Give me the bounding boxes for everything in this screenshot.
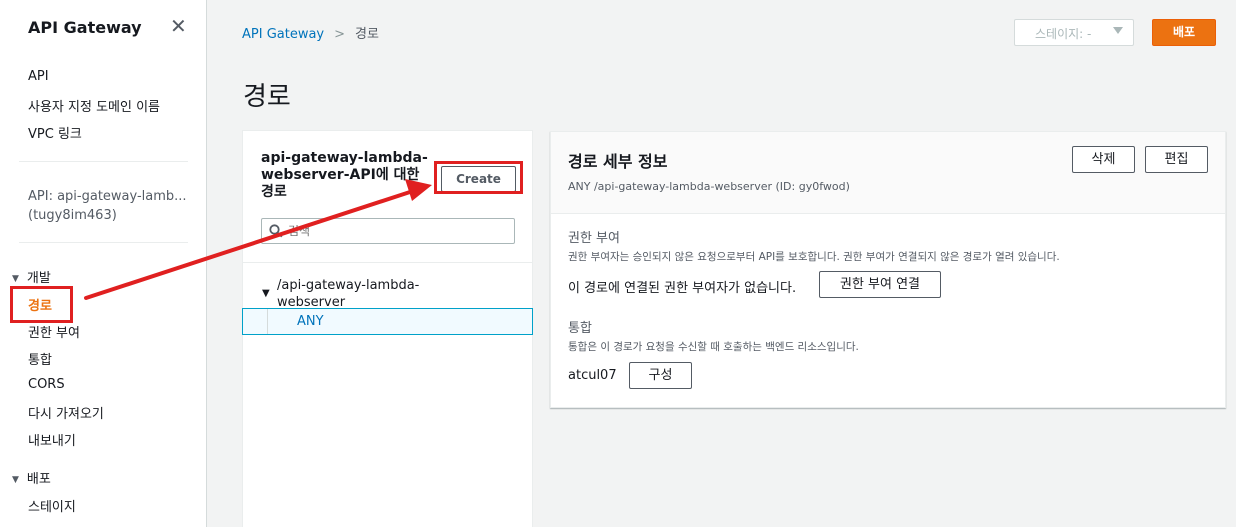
integration-target: atcul07 xyxy=(568,368,617,383)
sidebar-item-vpc-links[interactable]: VPC 링크 xyxy=(28,123,82,142)
page-title: 경로 xyxy=(243,82,291,112)
breadcrumb: API Gateway > 경로 xyxy=(242,23,379,42)
route-details-panel: 경로 세부 정보 ANY /api-gateway-lambda-webserv… xyxy=(550,131,1226,408)
integration-label: 통합 xyxy=(568,321,592,336)
route-details-title: 경로 세부 정보 xyxy=(568,152,668,171)
sidebar-divider xyxy=(19,242,188,243)
route-details-subtitle: ANY /api-gateway-lambda-webserver (ID: g… xyxy=(568,180,850,193)
section-label: 개발 xyxy=(26,271,51,286)
sidebar-title: API Gateway xyxy=(28,18,142,37)
stage-select-value: 스테이지: - xyxy=(1035,27,1092,41)
search-field[interactable] xyxy=(261,218,515,244)
deploy-button[interactable]: 배포 xyxy=(1152,19,1216,46)
attach-authorization-button[interactable]: 권한 부여 연결 xyxy=(819,271,941,298)
sidebar-api-name[interactable]: API: api-gateway-lamb... (tugy8im463) xyxy=(28,187,188,225)
sidebar-divider xyxy=(19,161,188,162)
route-path[interactable]: /api-gateway-lambda-webserver xyxy=(277,277,427,311)
sidebar-item-api[interactable]: API xyxy=(28,69,49,84)
api-id-line: (tugy8im463) xyxy=(28,208,117,223)
chevron-right-icon: > xyxy=(334,27,346,42)
breadcrumb-current: 경로 xyxy=(355,27,379,42)
panel-divider xyxy=(243,262,532,263)
sidebar-item-cors[interactable]: CORS xyxy=(28,377,65,392)
sidebar-item-custom-domains[interactable]: 사용자 지정 도메인 이름 xyxy=(28,96,160,115)
sidebar-item-stages[interactable]: 스테이지 xyxy=(28,496,76,515)
integration-description: 통합은 이 경로가 요청을 수신할 때 호출하는 백엔드 리소스입니다. xyxy=(568,341,859,353)
authorization-status: 이 경로에 연결된 권한 부여자가 없습니다. xyxy=(568,281,797,296)
authorization-description: 권한 부여자는 승인되지 않은 요청으로부터 API를 보호합니다. 권한 부여… xyxy=(568,251,1060,263)
stage-select[interactable]: 스테이지: - xyxy=(1014,19,1134,46)
sidebar-item-integrations[interactable]: 통합 xyxy=(28,349,52,368)
edit-button[interactable]: 편집 xyxy=(1145,146,1208,173)
sidebar: API Gateway ✕ API 사용자 지정 도메인 이름 VPC 링크 A… xyxy=(0,0,207,527)
search-input[interactable] xyxy=(288,222,508,240)
authorization-label: 권한 부여 xyxy=(568,231,620,246)
route-details-header: 경로 세부 정보 ANY /api-gateway-lambda-webserv… xyxy=(551,132,1225,214)
sidebar-section-deploy[interactable]: ▼ 배포 xyxy=(12,468,51,487)
routes-panel-title: api-gateway-lambda-webserver-API에 대한 경로 xyxy=(261,150,428,200)
sidebar-item-reimport[interactable]: 다시 가져오기 xyxy=(28,403,104,422)
annotation-highlight-box xyxy=(10,286,73,323)
caret-down-icon xyxy=(1113,27,1123,34)
search-icon xyxy=(269,224,283,238)
caret-down-icon: ▼ xyxy=(12,274,19,284)
api-name-line: API: api-gateway-lamb... xyxy=(28,189,187,204)
section-label: 배포 xyxy=(26,472,51,487)
close-icon[interactable]: ✕ xyxy=(170,14,187,38)
caret-down-icon[interactable]: ▼ xyxy=(262,288,270,299)
annotation-highlight-box xyxy=(434,161,523,194)
route-method-label: ANY xyxy=(297,314,324,329)
delete-button[interactable]: 삭제 xyxy=(1072,146,1135,173)
breadcrumb-root-link[interactable]: API Gateway xyxy=(242,27,324,42)
sidebar-item-authorization[interactable]: 권한 부여 xyxy=(28,322,80,341)
route-method-item[interactable]: ANY xyxy=(242,308,533,335)
sidebar-item-export[interactable]: 내보내기 xyxy=(28,430,76,449)
caret-down-icon: ▼ xyxy=(12,475,19,485)
tree-guide-line xyxy=(267,309,268,334)
configure-button[interactable]: 구성 xyxy=(629,362,692,389)
sidebar-section-develop[interactable]: ▼ 개발 xyxy=(12,267,51,286)
routes-panel: api-gateway-lambda-webserver-API에 대한 경로 … xyxy=(242,130,533,527)
